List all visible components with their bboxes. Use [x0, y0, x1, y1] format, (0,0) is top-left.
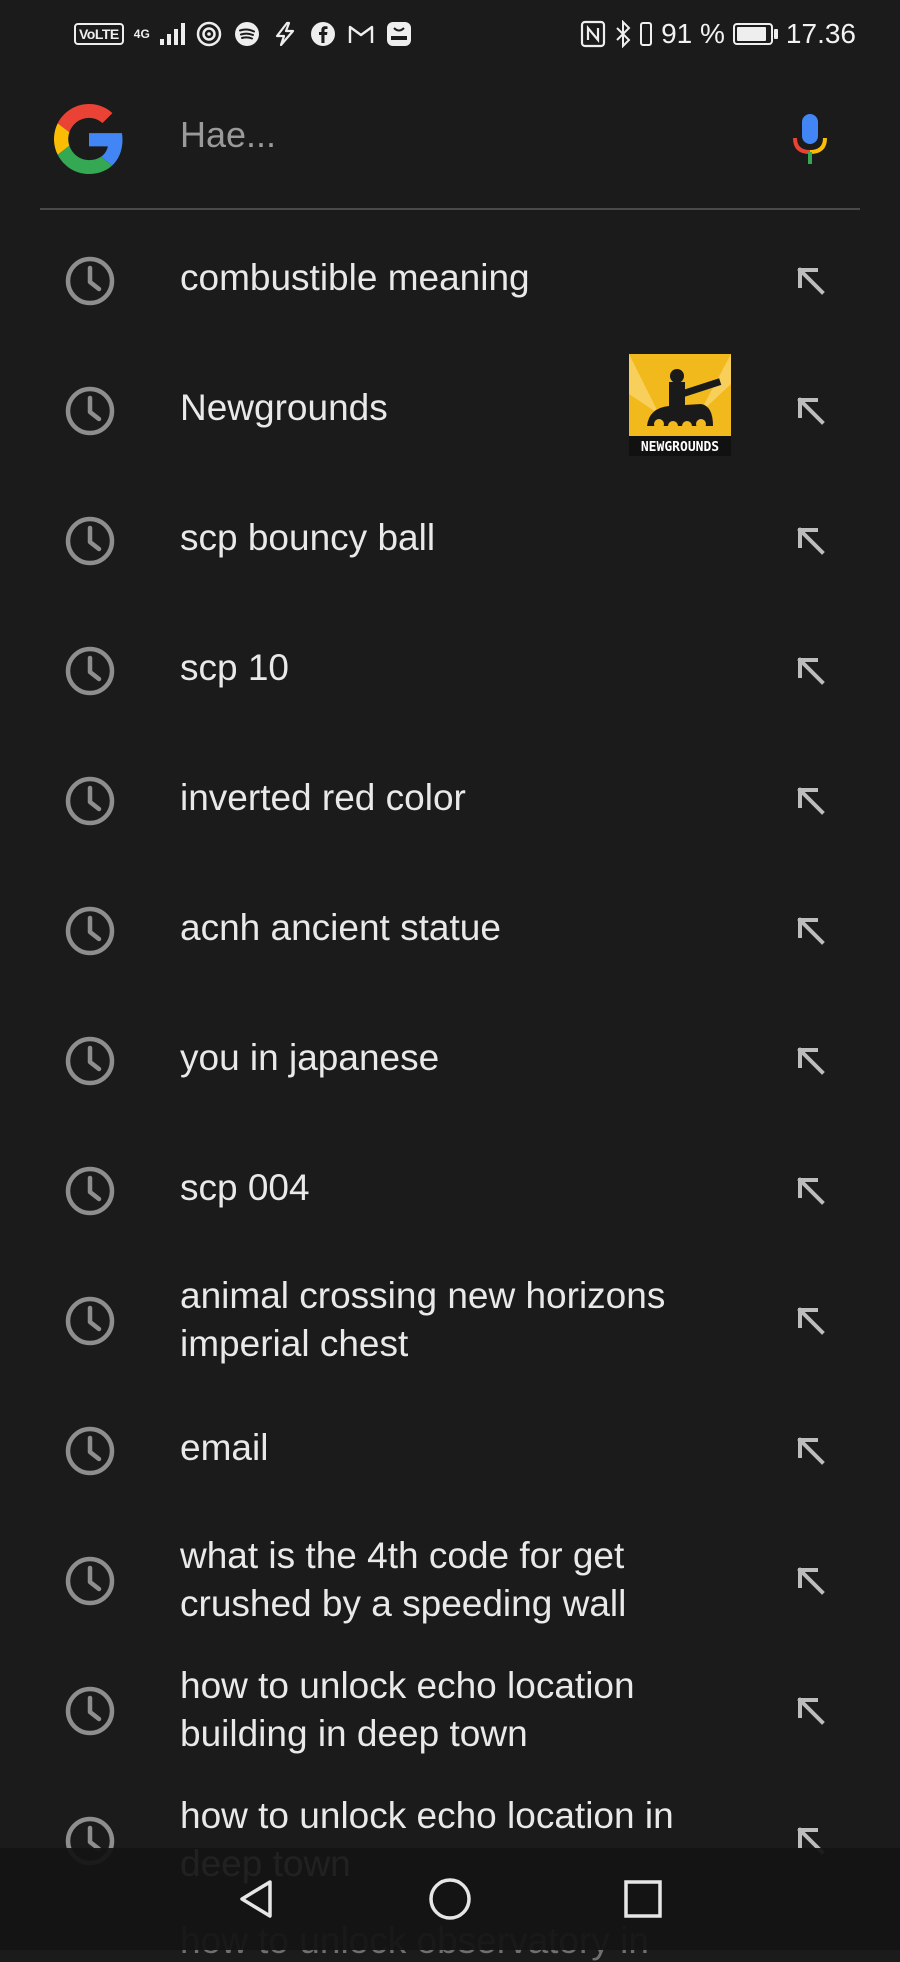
- newgrounds-thumbnail-text: NEWGROUNDS: [641, 440, 719, 455]
- suggestion-text: email: [180, 1427, 269, 1468]
- fill-query-arrow-icon[interactable]: [790, 520, 830, 560]
- history-clock-icon: [64, 515, 116, 567]
- suggestion-row[interactable]: email: [0, 1382, 900, 1512]
- hotspot-icon: [195, 20, 223, 48]
- suggestion-row[interactable]: how to unlock echo location building in …: [0, 1642, 900, 1772]
- google-logo-icon: [54, 104, 123, 174]
- back-icon[interactable]: [232, 1874, 282, 1924]
- suggestion-text: acnh ancient statue: [180, 907, 501, 948]
- bluetooth-icon: [615, 20, 631, 48]
- history-clock-icon: [64, 645, 116, 697]
- suggestion-text: scp bouncy ball: [180, 517, 436, 558]
- status-icons-left: VoLTE 4G: [74, 14, 413, 54]
- suggestion-text: scp 10: [180, 647, 290, 688]
- flash-app-icon: [271, 20, 299, 48]
- suggestion-row[interactable]: combustible meaning: [0, 212, 900, 342]
- battery-percent: 91 %: [661, 18, 725, 49]
- suggestion-text: combustible meaning: [180, 257, 530, 298]
- suggestion-row[interactable]: scp bouncy ball: [0, 472, 900, 602]
- home-icon[interactable]: [425, 1874, 475, 1924]
- history-clock-icon: [64, 385, 116, 437]
- search-input[interactable]: Hae...: [180, 114, 276, 156]
- status-bar: VoLTE 4G 91 % 17.36: [0, 0, 900, 70]
- recents-icon[interactable]: [618, 1874, 668, 1924]
- battery-icon: [732, 23, 778, 45]
- suggestion-text: how to unlock echo location building in …: [180, 1665, 635, 1754]
- fill-query-arrow-icon[interactable]: [790, 1300, 830, 1340]
- microphone-icon[interactable]: [790, 112, 830, 168]
- history-clock-icon: [64, 1035, 116, 1087]
- history-clock-icon: [64, 1425, 116, 1477]
- suggestion-text: inverted red color: [180, 777, 466, 818]
- history-clock-icon: [64, 1685, 116, 1737]
- huawei-app-icon: [385, 20, 413, 48]
- fill-query-arrow-icon[interactable]: [790, 390, 830, 430]
- vibrate-icon: [639, 20, 653, 48]
- fill-query-arrow-icon[interactable]: [790, 650, 830, 690]
- network-type: 4G: [133, 27, 150, 41]
- clock-time: 17.36: [785, 18, 856, 49]
- fill-query-arrow-icon[interactable]: [790, 1040, 830, 1080]
- volte-badge: VoLTE: [74, 23, 124, 45]
- suggestion-row[interactable]: you in japanese: [0, 992, 900, 1122]
- fill-query-arrow-icon[interactable]: [790, 260, 830, 300]
- suggestion-text: you in japanese: [180, 1037, 440, 1078]
- signal-icon: [159, 23, 185, 45]
- navigation-bar: [0, 1848, 900, 1950]
- search-divider: [40, 208, 860, 210]
- history-clock-icon: [64, 255, 116, 307]
- fill-query-arrow-icon[interactable]: [790, 1560, 830, 1600]
- fill-query-arrow-icon[interactable]: [790, 1430, 830, 1470]
- fill-query-arrow-icon[interactable]: [790, 780, 830, 820]
- newgrounds-thumbnail: NEWGROUNDS: [629, 354, 731, 456]
- history-clock-icon: [64, 1555, 116, 1607]
- suggestion-row[interactable]: inverted red color: [0, 732, 900, 862]
- suggestion-row[interactable]: scp 10: [0, 602, 900, 732]
- suggestion-text: animal crossing new horizons imperial ch…: [180, 1275, 666, 1364]
- suggestion-text: scp 004: [180, 1167, 310, 1208]
- suggestion-row[interactable]: Newgrounds: [0, 342, 900, 472]
- spotify-icon: [233, 20, 261, 48]
- fill-query-arrow-icon[interactable]: [790, 1170, 830, 1210]
- gmail-icon: [347, 20, 375, 48]
- newgrounds-logo-icon: NEWGROUNDS: [629, 354, 731, 456]
- fill-query-arrow-icon[interactable]: [790, 1690, 830, 1730]
- suggestion-row[interactable]: what is the 4th code for get crushed by …: [0, 1512, 900, 1642]
- facebook-icon: [309, 20, 337, 48]
- fill-query-arrow-icon[interactable]: [790, 910, 830, 950]
- suggestion-row[interactable]: animal crossing new horizons imperial ch…: [0, 1252, 900, 1382]
- history-clock-icon: [64, 1295, 116, 1347]
- history-clock-icon: [64, 1165, 116, 1217]
- nfc-icon: [579, 20, 607, 48]
- suggestion-row[interactable]: scp 004: [0, 1122, 900, 1252]
- status-icons-right: 91 % 17.36: [579, 14, 856, 54]
- suggestion-row[interactable]: acnh ancient statue: [0, 862, 900, 992]
- history-clock-icon: [64, 775, 116, 827]
- search-bar[interactable]: Hae...: [0, 84, 900, 204]
- suggestion-text: what is the 4th code for get crushed by …: [180, 1535, 627, 1624]
- history-clock-icon: [64, 905, 116, 957]
